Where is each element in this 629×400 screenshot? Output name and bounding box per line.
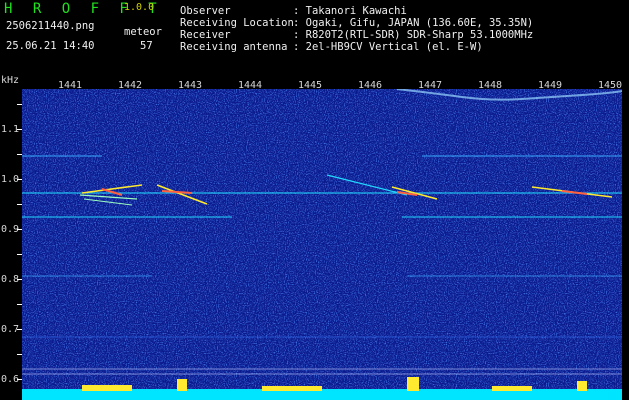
info-value-antenna: : 2el-HB9CV Vertical (el. E-W) [293, 41, 483, 53]
info-key-receiver: Receiver [180, 29, 231, 41]
file-name: 2506211440.png [6, 20, 95, 32]
info-key-antenna: Receiving antenna [180, 41, 288, 53]
y-axis-unit: kHz [1, 75, 20, 86]
meteor-count: 57 [140, 40, 153, 52]
info-value-observer: : Takanori Kawachi [293, 5, 407, 17]
file-datetime: 25.06.21 14:40 [6, 40, 95, 52]
info-key-location: Receiving Location [180, 17, 294, 29]
spectrogram-plot [22, 89, 622, 400]
info-value-receiver: : R820T2(RTL-SDR) SDR-Sharp 53.1000MHz [293, 29, 534, 41]
info-value-location: : Ogaki, Gifu, JAPAN (136.60E, 35.35N) [293, 17, 534, 29]
app-version: 1.0.0 [124, 2, 155, 13]
meteor-label: meteor [124, 26, 162, 38]
info-key-observer: Observer [180, 5, 231, 17]
header-panel: H R O F F T 1.0.0 2506211440.png 25.06.2… [0, 0, 629, 73]
spectrogram-noise [22, 89, 622, 400]
